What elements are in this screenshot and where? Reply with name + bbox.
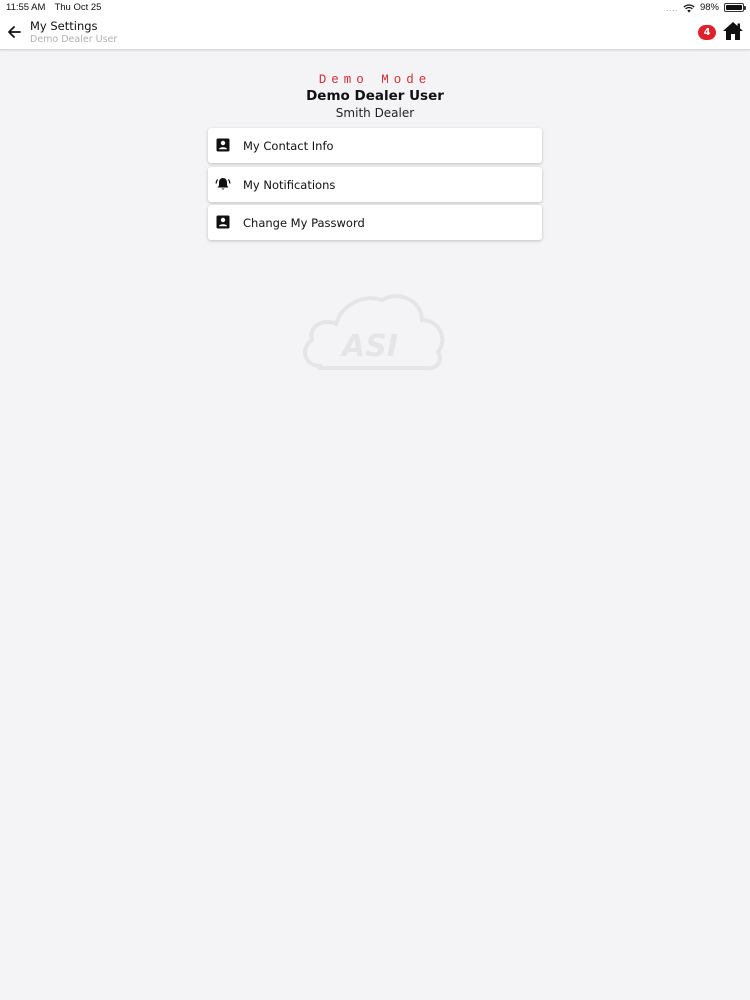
dealer-name: Smith Dealer [335, 106, 415, 120]
contact-card-icon [216, 138, 230, 152]
arrow-left-icon [8, 26, 21, 38]
settings-menu: My Contact Info My Notifications Change … [208, 128, 542, 244]
contact-card-icon [216, 215, 230, 229]
user-name: Demo Dealer User [306, 88, 444, 104]
back-button[interactable] [4, 22, 24, 42]
nav-bar: My Settings Demo Dealer User 4 [0, 15, 750, 50]
menu-item-label: My Contact Info [243, 139, 334, 153]
battery-percent: 98% [699, 2, 719, 13]
page-subtitle: Demo Dealer User [30, 34, 118, 45]
signal-icon: .... [665, 2, 678, 13]
watermark-text: ASI [340, 329, 398, 364]
user-header: Demo Mode Demo Dealer User Smith Dealer [0, 72, 750, 121]
menu-item-change-password[interactable]: Change My Password [208, 205, 542, 240]
bell-icon [215, 177, 231, 190]
status-date: Thu Oct 25 [54, 2, 102, 13]
battery-fill [726, 5, 742, 10]
page-title: My Settings [30, 19, 98, 33]
menu-item-label: My Notifications [243, 177, 336, 192]
notification-badge[interactable]: 4 [698, 25, 716, 40]
home-icon [723, 22, 743, 40]
wifi-icon [683, 3, 695, 12]
menu-item-contact-info[interactable]: My Contact Info [208, 128, 542, 163]
menu-item-notifications[interactable]: My Notifications [208, 166, 542, 202]
status-right: .... 98% [665, 2, 746, 13]
status-time: 11:55 AM [6, 2, 46, 13]
battery-icon [724, 3, 746, 12]
menu-item-label: Change My Password [243, 216, 365, 230]
status-left: 11:55 AM Thu Oct 25 [6, 2, 101, 13]
home-button[interactable] [722, 21, 744, 41]
cloud-logo-icon: ASI [303, 294, 445, 371]
demo-mode-label: Demo Mode [318, 73, 432, 87]
status-bar: 11:55 AM Thu Oct 25 .... 98% [0, 0, 750, 15]
